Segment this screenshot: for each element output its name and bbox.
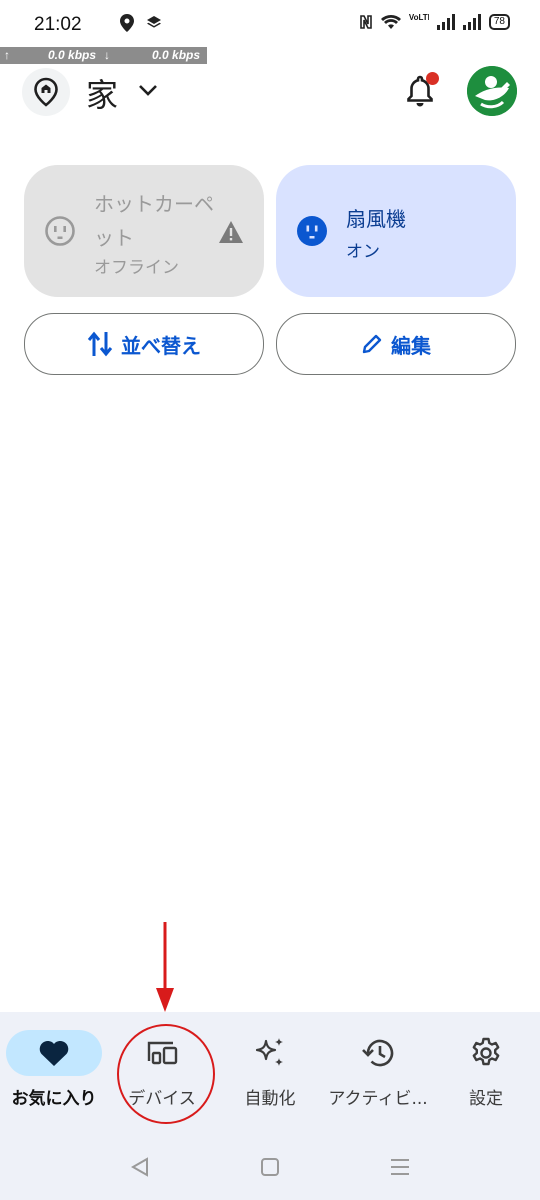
nav-item-settings[interactable]: 設定 (432, 1022, 540, 1122)
system-back-button[interactable] (120, 1150, 160, 1184)
outlet-icon (45, 216, 75, 246)
notification-dot (426, 72, 439, 85)
avatar-image-icon (467, 66, 517, 116)
sort-button[interactable]: 並べ替え (24, 313, 264, 375)
sparkle-icon (255, 1038, 283, 1066)
signal-icon-2 (462, 14, 481, 30)
nfc-icon (360, 15, 372, 29)
download-arrow-icon: ↓ (104, 48, 110, 62)
volte-badge: VoLTE (408, 14, 429, 22)
warning-icon (219, 221, 243, 243)
device-name: 扇風機 (346, 207, 406, 231)
home-selector[interactable]: 家 (86, 70, 118, 116)
home-pin-icon (34, 77, 58, 107)
chevron-down-icon[interactable] (136, 78, 160, 102)
download-speed: 0.0 kbps (152, 48, 201, 62)
menu-lines-icon (391, 1159, 409, 1175)
annotation-arrow-icon (156, 922, 174, 1012)
device-name: ホットカーペット (94, 192, 214, 250)
device-tile-hot-carpet[interactable]: ホットカーペット オフライン (24, 165, 264, 297)
gear-icon (472, 1037, 500, 1066)
system-recents-button[interactable] (380, 1150, 420, 1184)
nav-label: アクティビ... (328, 1089, 428, 1109)
network-speed-bar: ↑ 0.0 kbps ↓ 0.0 kbps (0, 47, 207, 64)
outlet-icon (297, 216, 327, 246)
annotation-circle (117, 1024, 215, 1124)
avatar[interactable] (467, 66, 517, 116)
sort-label: 並べ替え (121, 333, 201, 358)
device-tile-fan[interactable]: 扇風機 オン (276, 165, 516, 297)
location-icon (120, 14, 134, 32)
nav-item-automation[interactable]: 自動化 (216, 1022, 324, 1122)
edit-label: 編集 (391, 333, 431, 358)
heart-icon (39, 1040, 69, 1066)
upload-arrow-icon: ↑ (4, 48, 10, 62)
status-bar: 21:02 VoLTE 78 (0, 0, 540, 48)
status-time: 21:02 (34, 14, 82, 35)
signal-icon (436, 14, 455, 30)
back-triangle-icon (130, 1157, 148, 1177)
nav-label: 設定 (469, 1089, 503, 1109)
wifi-icon (380, 14, 401, 29)
history-icon (362, 1039, 394, 1067)
nav-item-favorites[interactable]: お気に入り (0, 1022, 108, 1122)
pencil-icon (362, 334, 382, 354)
system-home-button[interactable] (250, 1150, 290, 1184)
nav-label: 自動化 (244, 1089, 296, 1109)
device-status: オン (346, 242, 380, 262)
edit-button[interactable]: 編集 (276, 313, 516, 375)
sort-icon (87, 331, 113, 357)
upload-speed: 0.0 kbps (48, 48, 97, 62)
device-status: オフライン (94, 258, 179, 278)
layers-icon (147, 16, 161, 28)
nav-label: お気に入り (11, 1089, 97, 1109)
home-square-icon (261, 1158, 279, 1176)
home-location-button[interactable] (22, 68, 70, 116)
nav-item-activity[interactable]: アクティビ... (324, 1022, 432, 1122)
battery-indicator: 78 (488, 14, 510, 30)
